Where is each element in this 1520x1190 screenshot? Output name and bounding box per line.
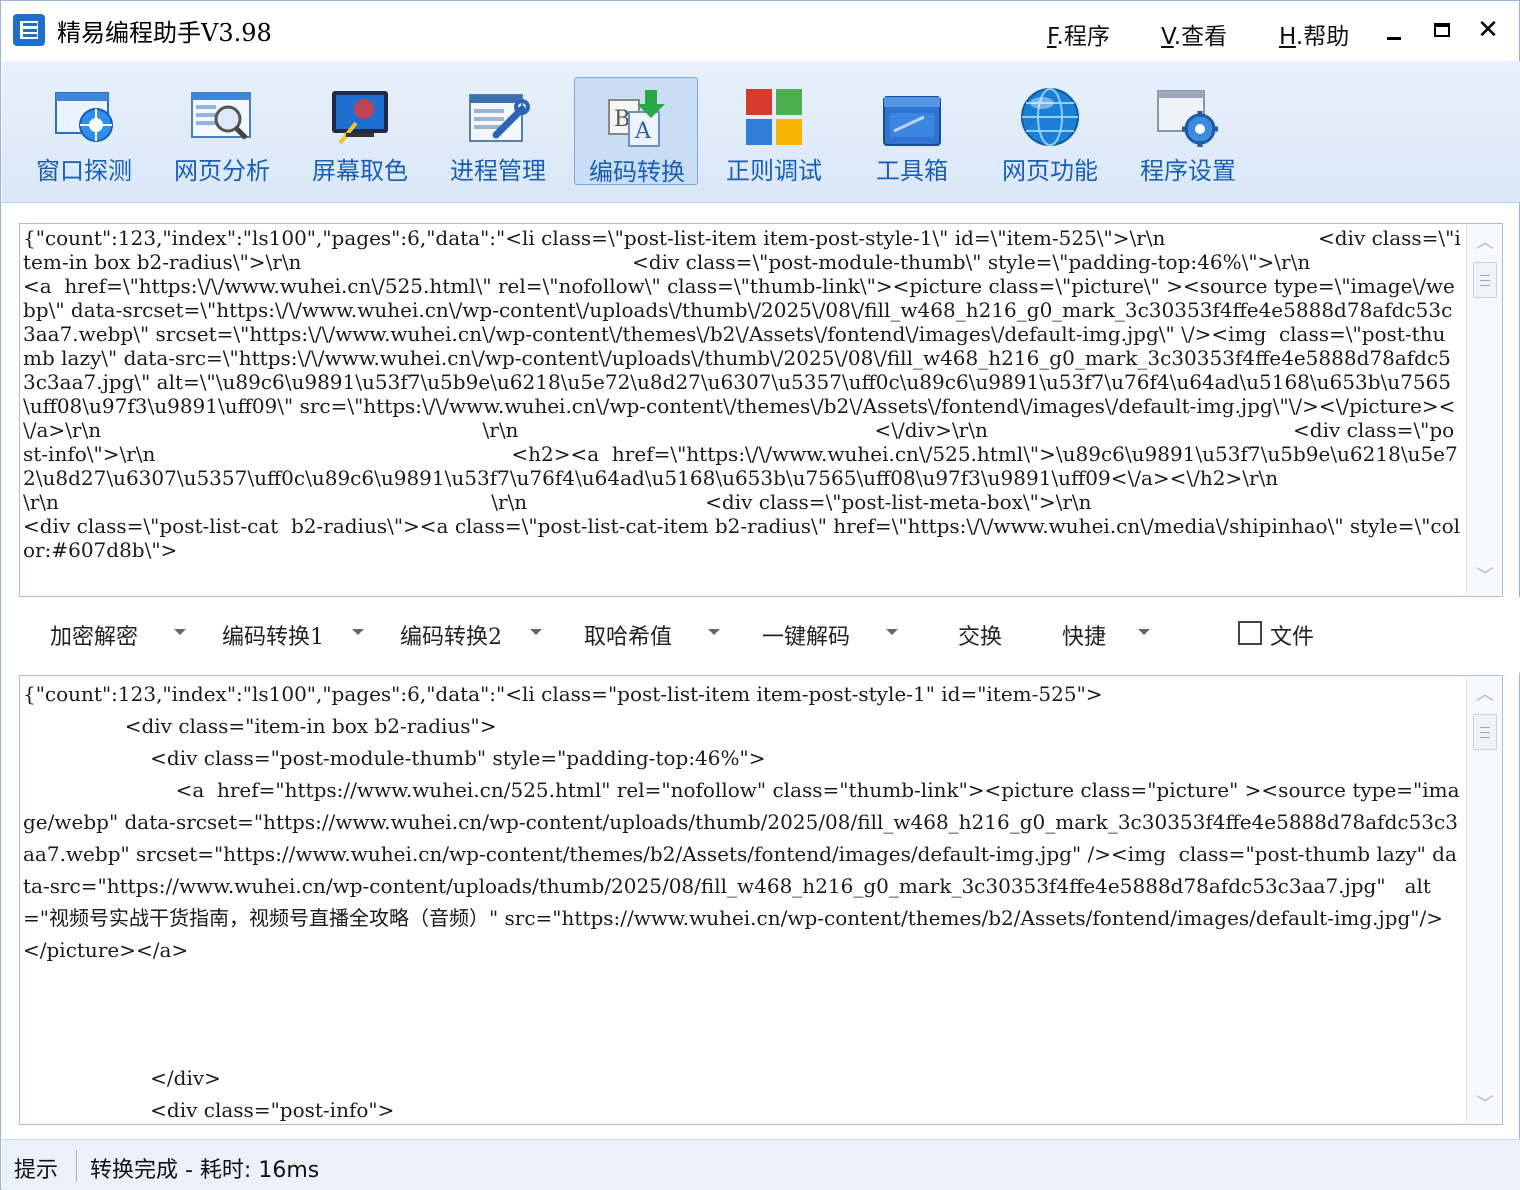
tool-label: 进程管理: [450, 157, 546, 185]
toolbox-icon: [883, 96, 941, 146]
tool-regex-debug[interactable]: 正则调试: [712, 77, 836, 185]
tool-toolbox[interactable]: 工具箱: [850, 77, 974, 185]
window-title: 精易编程助手V3.98: [57, 19, 272, 47]
title-bar: 精易编程助手V3.98 F.程序 V.查看 H.帮助 ✕: [1, 1, 1519, 61]
process-manager-icon: [469, 94, 530, 142]
swap-button[interactable]: 交换: [958, 619, 1002, 651]
encoding-convert-icon: B A: [608, 90, 665, 147]
file-checkbox-label[interactable]: 文件: [1270, 619, 1314, 651]
regex-debug-icon: [746, 89, 802, 145]
encrypt-decrypt-button[interactable]: 加密解密: [50, 619, 138, 651]
shortcut-button[interactable]: 快捷: [1062, 619, 1106, 651]
tool-settings[interactable]: 程序设置: [1126, 77, 1250, 185]
status-hint-label: 提示: [14, 1158, 59, 1183]
tool-web-function[interactable]: 网页功能: [988, 77, 1112, 185]
tool-label: 屏幕取色: [312, 157, 408, 185]
minimize-icon[interactable]: [1379, 15, 1409, 45]
action-bar: 加密解密 编码转换1 编码转换2 取哈希值 一键解码 交换 快捷 文件: [2, 597, 1520, 673]
scroll-down-icon[interactable]: ﹀: [1467, 1090, 1502, 1120]
input-scrollbar[interactable]: ︿ ﹀: [1466, 224, 1502, 596]
status-message: 转换完成 - 耗时: 16ms: [90, 1158, 320, 1183]
tool-web-analyze[interactable]: 网页分析: [160, 77, 284, 185]
tool-label: 编码转换: [589, 158, 685, 186]
dropdown-arrow-icon[interactable]: [352, 629, 364, 635]
tool-color-picker[interactable]: 屏幕取色: [298, 77, 422, 185]
encode-convert2-button[interactable]: 编码转换2: [400, 619, 502, 651]
svg-text:B: B: [614, 107, 630, 132]
one-click-decode-button[interactable]: 一键解码: [762, 619, 850, 651]
dropdown-arrow-icon[interactable]: [886, 629, 898, 635]
tool-label: 程序设置: [1140, 157, 1236, 185]
output-text-area[interactable]: {"count":123,"index":"ls100","pages":6,"…: [19, 675, 1503, 1125]
dropdown-arrow-icon[interactable]: [530, 629, 542, 635]
settings-icon: [1157, 90, 1218, 147]
tool-label: 工具箱: [876, 157, 948, 185]
scroll-thumb[interactable]: [1473, 262, 1497, 298]
tool-encoding-convert[interactable]: B A 编码转换: [574, 77, 698, 186]
encode-convert1-button[interactable]: 编码转换1: [222, 619, 324, 651]
window-probe-icon: [55, 92, 113, 142]
dropdown-arrow-icon[interactable]: [708, 629, 720, 635]
menu-help[interactable]: H.帮助: [1279, 17, 1349, 51]
maximize-icon[interactable]: [1427, 15, 1457, 45]
web-analyze-icon: [191, 92, 251, 140]
tool-label: 网页功能: [1002, 157, 1098, 185]
scroll-down-icon[interactable]: ﹀: [1467, 562, 1502, 592]
scroll-up-icon[interactable]: ︿: [1467, 680, 1502, 710]
dropdown-arrow-icon[interactable]: [174, 629, 186, 635]
file-checkbox[interactable]: [1238, 621, 1262, 645]
output-scrollbar[interactable]: ︿ ﹀: [1466, 676, 1502, 1124]
input-text[interactable]: {"count":123,"index":"ls100","pages":6,"…: [23, 226, 1463, 562]
scroll-thumb[interactable]: [1473, 714, 1497, 750]
color-picker-icon: [332, 91, 388, 145]
status-bar: 提示 转换完成 - 耗时: 16ms: [2, 1139, 1520, 1190]
output-text[interactable]: {"count":123,"index":"ls100","pages":6,"…: [23, 678, 1463, 1124]
web-function-icon: [1021, 88, 1079, 146]
dropdown-arrow-icon[interactable]: [1138, 629, 1150, 635]
input-text-area[interactable]: {"count":123,"index":"ls100","pages":6,"…: [19, 223, 1503, 597]
scroll-up-icon[interactable]: ︿: [1467, 228, 1502, 258]
menu-program[interactable]: F.程序: [1047, 17, 1110, 51]
tool-window-probe[interactable]: 窗口探测: [22, 77, 146, 185]
app-logo-icon: [13, 14, 45, 46]
tool-label: 窗口探测: [36, 157, 132, 185]
hash-value-button[interactable]: 取哈希值: [584, 619, 672, 651]
svg-text:A: A: [634, 119, 652, 144]
menu-view[interactable]: V.查看: [1161, 17, 1227, 51]
tool-process-manager[interactable]: 进程管理: [436, 77, 560, 185]
tool-label: 正则调试: [726, 157, 822, 185]
app-window: 精易编程助手V3.98 F.程序 V.查看 H.帮助 ✕ 窗口探测 网页分析 屏…: [0, 0, 1520, 1190]
main-toolbar: 窗口探测 网页分析 屏幕取色 进程管理 B A 编码转换 正则调试 工具箱 网页…: [2, 61, 1520, 203]
status-divider: [76, 1150, 77, 1182]
close-icon[interactable]: ✕: [1473, 15, 1503, 45]
tool-label: 网页分析: [174, 157, 270, 185]
